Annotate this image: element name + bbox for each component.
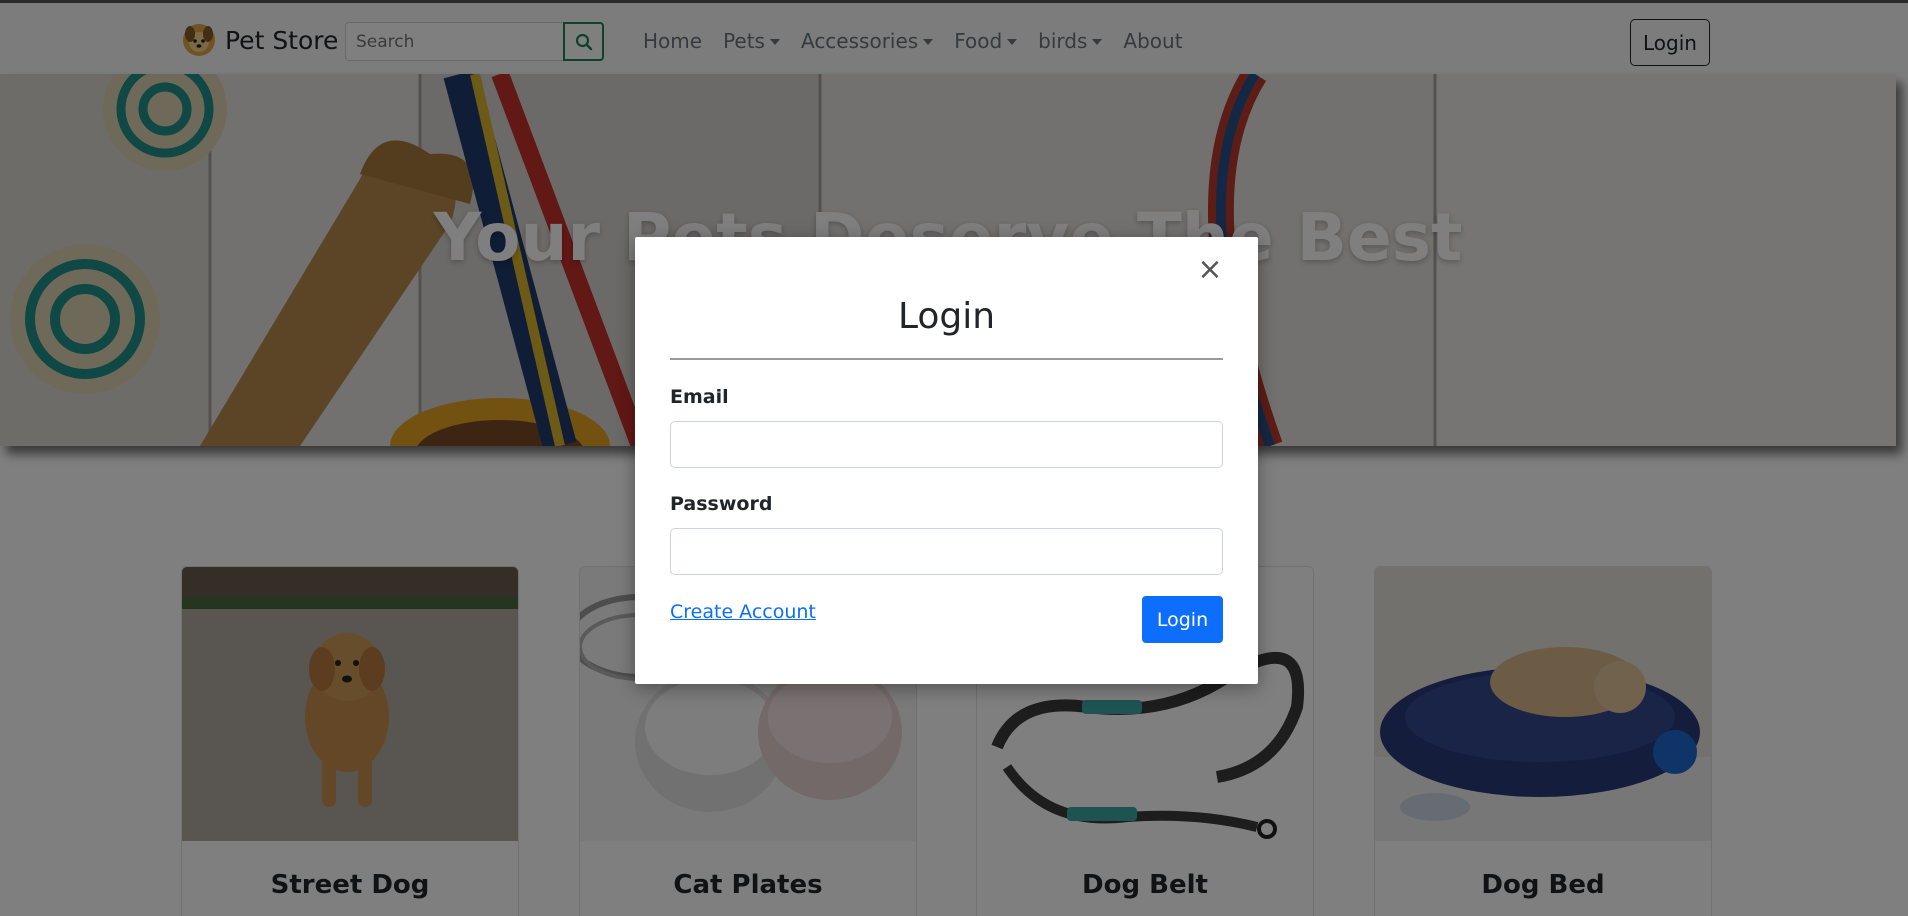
email-label: Email [670,386,729,408]
password-field[interactable] [670,528,1223,575]
modal-title: Login [897,296,996,337]
login-submit-button[interactable]: Login [1142,596,1223,643]
close-icon[interactable]: × [1195,255,1225,285]
create-account-link[interactable]: Create Account [670,601,816,623]
login-modal: × Login Email Password Create Account Lo… [635,237,1258,684]
email-field[interactable] [670,421,1223,468]
password-label: Password [670,493,773,515]
modal-divider [670,358,1223,360]
